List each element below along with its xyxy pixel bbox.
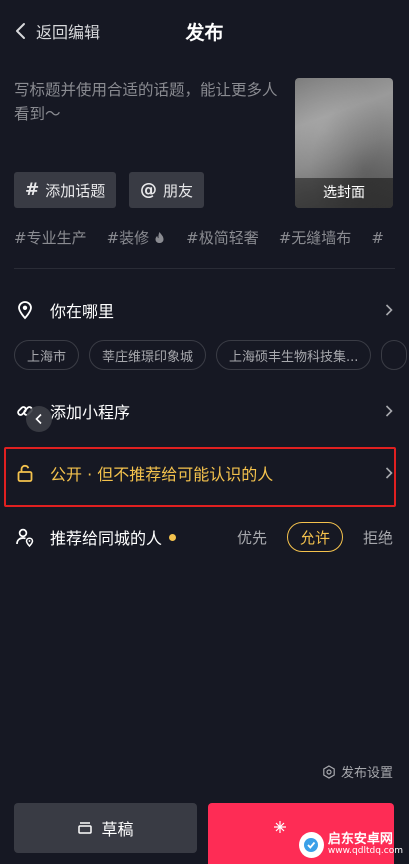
user-location-icon <box>14 526 36 548</box>
mention-friend-button[interactable]: @ 朋友 <box>129 172 205 208</box>
watermark-logo-icon <box>299 832 324 858</box>
cover-label: 选封面 <box>295 178 393 208</box>
collapse-handle[interactable] <box>26 406 52 432</box>
cover-selector[interactable]: 选封面 <box>295 78 393 208</box>
location-chip[interactable]: 上海硕丰生物科技集... <box>216 340 372 370</box>
add-mini-program-row[interactable]: 添加小程序 <box>14 397 395 425</box>
location-pin-icon <box>14 299 36 321</box>
publish-settings-link[interactable]: 发布设置 <box>322 762 393 781</box>
hash-icon: # <box>25 180 40 200</box>
publish-settings-label: 发布设置 <box>340 766 393 781</box>
hashtag-item[interactable]: #无缝墙布 <box>279 227 352 248</box>
location-label: 你在哪里 <box>50 302 115 321</box>
privacy-label: 公开 · 但不推荐给可能认识的人 <box>50 465 274 484</box>
watermark: 启东安卓网 www.qdltdq.com <box>299 826 403 864</box>
fire-icon <box>155 232 164 243</box>
sparkle-icon <box>274 821 286 833</box>
hashtag-item[interactable]: # <box>371 227 384 248</box>
hashtag-label: #装修 <box>106 229 150 247</box>
caption-input[interactable]: 写标题并使用合适的话题，能让更多人看到～ <box>14 78 286 126</box>
privacy-row[interactable]: 公开 · 但不推荐给可能认识的人 <box>14 459 395 487</box>
option-priority[interactable]: 优先 <box>225 522 279 552</box>
unlock-icon <box>14 462 36 484</box>
at-icon: @ <box>140 180 157 200</box>
hashtag-suggestions: #专业生产 #装修 #极简轻奢 #无缝墙布 # <box>14 227 409 248</box>
draft-label: 草稿 <box>101 820 134 839</box>
recommend-city-label: 推荐给同城的人 <box>50 529 163 548</box>
hashtag-item[interactable]: #装修 <box>107 227 167 248</box>
hashtag-item[interactable]: #专业生产 <box>14 227 87 248</box>
chevron-right-icon <box>385 467 393 479</box>
recommend-city-row: 推荐给同城的人 优先 允许 拒绝 <box>14 521 395 553</box>
settings-icon <box>323 764 335 779</box>
watermark-title: 启东安卓网 <box>327 832 393 848</box>
chevron-right-icon <box>385 405 393 417</box>
recommend-options: 优先 允许 拒绝 <box>225 522 395 552</box>
location-suggestions: 上海市 莘庄维璟印象城 上海硕丰生物科技集... <box>14 340 409 370</box>
chevron-left-icon <box>35 413 42 425</box>
location-chip[interactable]: 上海市 <box>14 340 80 370</box>
add-topic-label: 添加话题 <box>45 181 106 200</box>
location-chip[interactable]: 莘庄维璟印象城 <box>89 340 207 370</box>
new-indicator-dot <box>169 533 177 541</box>
option-reject[interactable]: 拒绝 <box>351 522 395 552</box>
option-allow[interactable]: 允许 <box>286 522 343 552</box>
page-title: 发布 <box>185 22 224 44</box>
add-topic-button[interactable]: # 添加话题 <box>14 172 117 208</box>
chevron-right-icon <box>385 304 393 316</box>
save-draft-button[interactable]: 草稿 <box>14 803 197 853</box>
location-row[interactable]: 你在哪里 <box>14 296 395 324</box>
watermark-url: www.qdltdq.com <box>327 846 403 857</box>
mini-program-label: 添加小程序 <box>50 403 131 422</box>
hashtag-item[interactable]: #极简轻奢 <box>186 227 259 248</box>
draft-box-icon <box>78 822 93 834</box>
mention-friend-label: 朋友 <box>163 181 194 200</box>
divider <box>14 268 395 269</box>
location-chip[interactable] <box>381 340 408 370</box>
